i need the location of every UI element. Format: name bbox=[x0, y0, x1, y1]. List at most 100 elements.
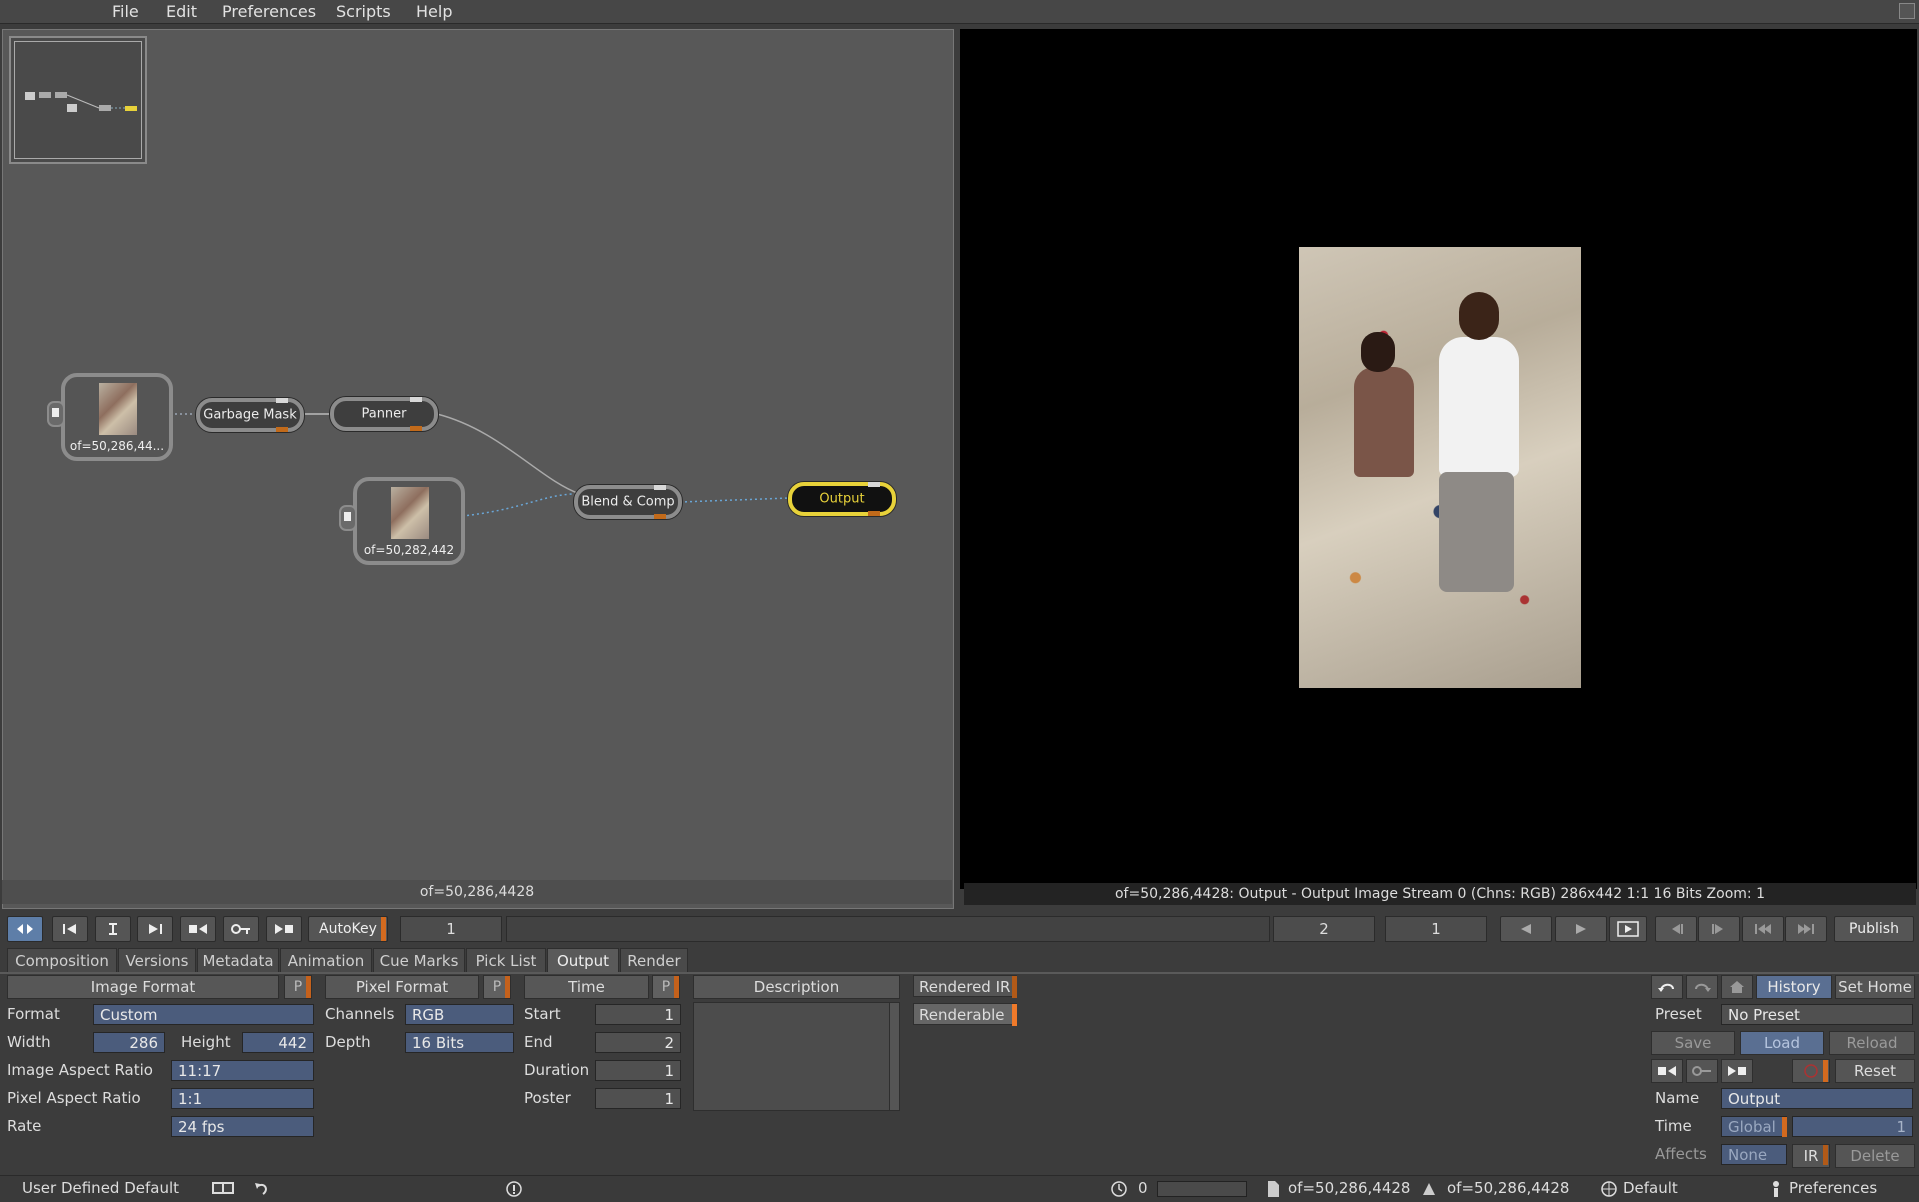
step-back-button[interactable] bbox=[1655, 916, 1697, 942]
time-value-field[interactable]: 1 bbox=[1792, 1116, 1913, 1137]
description-scrollbar[interactable] bbox=[889, 1002, 900, 1111]
person-icon bbox=[1770, 1180, 1782, 1202]
start-field[interactable]: 1 bbox=[595, 1004, 681, 1025]
end-field[interactable]: 2 bbox=[595, 1032, 681, 1053]
read-node-2-caption: of=50,282,442 bbox=[363, 543, 455, 557]
image-format-preset-button[interactable]: P bbox=[284, 975, 312, 999]
description-textarea[interactable] bbox=[693, 1002, 890, 1111]
first-frame-button[interactable] bbox=[1742, 916, 1784, 942]
depth-dropdown[interactable]: 16 Bits bbox=[405, 1032, 514, 1053]
duration-label: Duration bbox=[524, 1061, 590, 1079]
home-icon bbox=[1730, 981, 1744, 993]
poster-label: Poster bbox=[524, 1089, 571, 1107]
last-frame-button[interactable] bbox=[1785, 916, 1827, 942]
read-node-2[interactable]: of=50,282,442 bbox=[339, 477, 465, 565]
prev-key-button[interactable] bbox=[180, 916, 216, 942]
width-label: Width bbox=[7, 1033, 51, 1051]
preset-dropdown[interactable]: No Preset bbox=[1721, 1004, 1913, 1025]
go-start-icon bbox=[63, 924, 76, 934]
read-node-thumbnail bbox=[99, 383, 137, 435]
image-format-header: Image Format bbox=[7, 975, 279, 999]
node-garbage-mask[interactable]: Garbage Mask bbox=[196, 398, 304, 432]
play-backward-icon bbox=[1521, 924, 1531, 934]
autokey-button[interactable]: AutoKey bbox=[308, 916, 388, 942]
home-button[interactable] bbox=[1721, 975, 1753, 999]
renderable-toggle[interactable]: Renderable bbox=[913, 1003, 1017, 1025]
affects-label: Affects bbox=[1655, 1145, 1707, 1163]
play-frame-icon bbox=[1617, 921, 1639, 937]
layout-name-label[interactable]: Default bbox=[1623, 1179, 1678, 1197]
set-home-button[interactable]: Set Home bbox=[1835, 975, 1915, 999]
preferences-status-link[interactable]: Preferences bbox=[1789, 1179, 1877, 1197]
delete-button[interactable]: Delete bbox=[1835, 1144, 1915, 1168]
play-forward-button[interactable] bbox=[1555, 916, 1607, 942]
node-output[interactable]: Output bbox=[788, 482, 896, 516]
name-field[interactable]: Output bbox=[1721, 1088, 1913, 1109]
reload-button[interactable]: Reload bbox=[1829, 1031, 1915, 1055]
save-button[interactable]: Save bbox=[1651, 1031, 1735, 1055]
step-forward-button[interactable] bbox=[1698, 916, 1740, 942]
play-backward-button[interactable] bbox=[1500, 916, 1552, 942]
output-file-label: of=50,286,4428 bbox=[1447, 1179, 1570, 1197]
rendered-ir-toggle[interactable]: Rendered IR bbox=[913, 975, 1017, 997]
pixel-aspect-ratio-field[interactable]: 1:1 bbox=[171, 1088, 314, 1109]
read-node-1[interactable]: of=50,286,44... bbox=[47, 373, 173, 461]
tab-output[interactable]: Output bbox=[547, 948, 619, 973]
next-key-param-button[interactable] bbox=[1721, 1059, 1753, 1083]
range-end-field[interactable]: 2 bbox=[1273, 916, 1375, 942]
in-point-button[interactable] bbox=[95, 916, 131, 942]
timeline-scrubber[interactable] bbox=[506, 916, 1270, 942]
rate-dropdown[interactable]: 24 fps bbox=[171, 1116, 314, 1137]
poster-field[interactable]: 1 bbox=[595, 1088, 681, 1109]
redo-button[interactable] bbox=[1686, 975, 1718, 999]
go-to-start-button[interactable] bbox=[52, 916, 88, 942]
minimize-icon[interactable] bbox=[1899, 3, 1915, 19]
read-node-port-icon[interactable] bbox=[47, 401, 65, 427]
duration-field[interactable]: 1 bbox=[595, 1060, 681, 1081]
prev-key-param-button[interactable] bbox=[1651, 1059, 1683, 1083]
undo-button[interactable] bbox=[1651, 975, 1683, 999]
load-button[interactable]: Load bbox=[1740, 1031, 1824, 1055]
layout-globe-icon bbox=[1600, 1180, 1618, 1202]
go-end-icon bbox=[149, 924, 162, 934]
viewer-image bbox=[1299, 247, 1581, 688]
status-preset-label[interactable]: User Defined Default bbox=[22, 1179, 179, 1197]
tab-pick-list[interactable]: Pick List bbox=[466, 948, 546, 973]
record-icon bbox=[1804, 1064, 1818, 1078]
read-node-port-icon[interactable] bbox=[339, 505, 357, 531]
tab-versions[interactable]: Versions bbox=[118, 948, 196, 973]
key-param-button[interactable] bbox=[1686, 1059, 1718, 1083]
tab-animation[interactable]: Animation bbox=[280, 948, 372, 973]
pixel-format-preset-button[interactable]: P bbox=[483, 975, 511, 999]
node-blend-comp[interactable]: Blend & Comp bbox=[574, 485, 682, 519]
set-key-button[interactable] bbox=[223, 916, 259, 942]
current-frame-field[interactable]: 1 bbox=[400, 916, 502, 942]
loop-toggle-button[interactable] bbox=[7, 916, 43, 942]
channels-dropdown[interactable]: RGB bbox=[405, 1004, 514, 1025]
play-mode-button[interactable] bbox=[1609, 916, 1647, 942]
node-panner[interactable]: Panner bbox=[330, 397, 438, 431]
tab-render[interactable]: Render bbox=[620, 948, 688, 973]
next-key-button[interactable] bbox=[266, 916, 302, 942]
publish-button[interactable]: Publish bbox=[1834, 916, 1914, 942]
reset-button[interactable]: Reset bbox=[1835, 1059, 1915, 1083]
end-label: End bbox=[524, 1033, 553, 1051]
go-to-end-button[interactable] bbox=[137, 916, 173, 942]
tab-composition[interactable]: Composition bbox=[7, 948, 117, 973]
increment-field[interactable]: 1 bbox=[1385, 916, 1487, 942]
height-field[interactable]: 442 bbox=[242, 1032, 314, 1053]
preset-label: Preset bbox=[1655, 1005, 1702, 1023]
revert-icon[interactable] bbox=[253, 1180, 271, 1200]
layout-icon[interactable] bbox=[211, 1180, 235, 1200]
time-mode-dropdown[interactable]: Global bbox=[1721, 1116, 1787, 1137]
affects-dropdown[interactable]: None bbox=[1721, 1144, 1787, 1165]
tab-cue-marks[interactable]: Cue Marks bbox=[373, 948, 465, 973]
time-preset-button[interactable]: P bbox=[652, 975, 680, 999]
history-button[interactable]: History bbox=[1756, 975, 1832, 999]
width-field[interactable]: 286 bbox=[93, 1032, 165, 1053]
tab-metadata[interactable]: Metadata bbox=[197, 948, 279, 973]
last-frame-icon bbox=[1798, 924, 1814, 934]
info-icon[interactable] bbox=[505, 1180, 523, 1202]
format-dropdown[interactable]: Custom bbox=[93, 1004, 314, 1025]
image-aspect-ratio-field[interactable]: 11:17 bbox=[171, 1060, 314, 1081]
